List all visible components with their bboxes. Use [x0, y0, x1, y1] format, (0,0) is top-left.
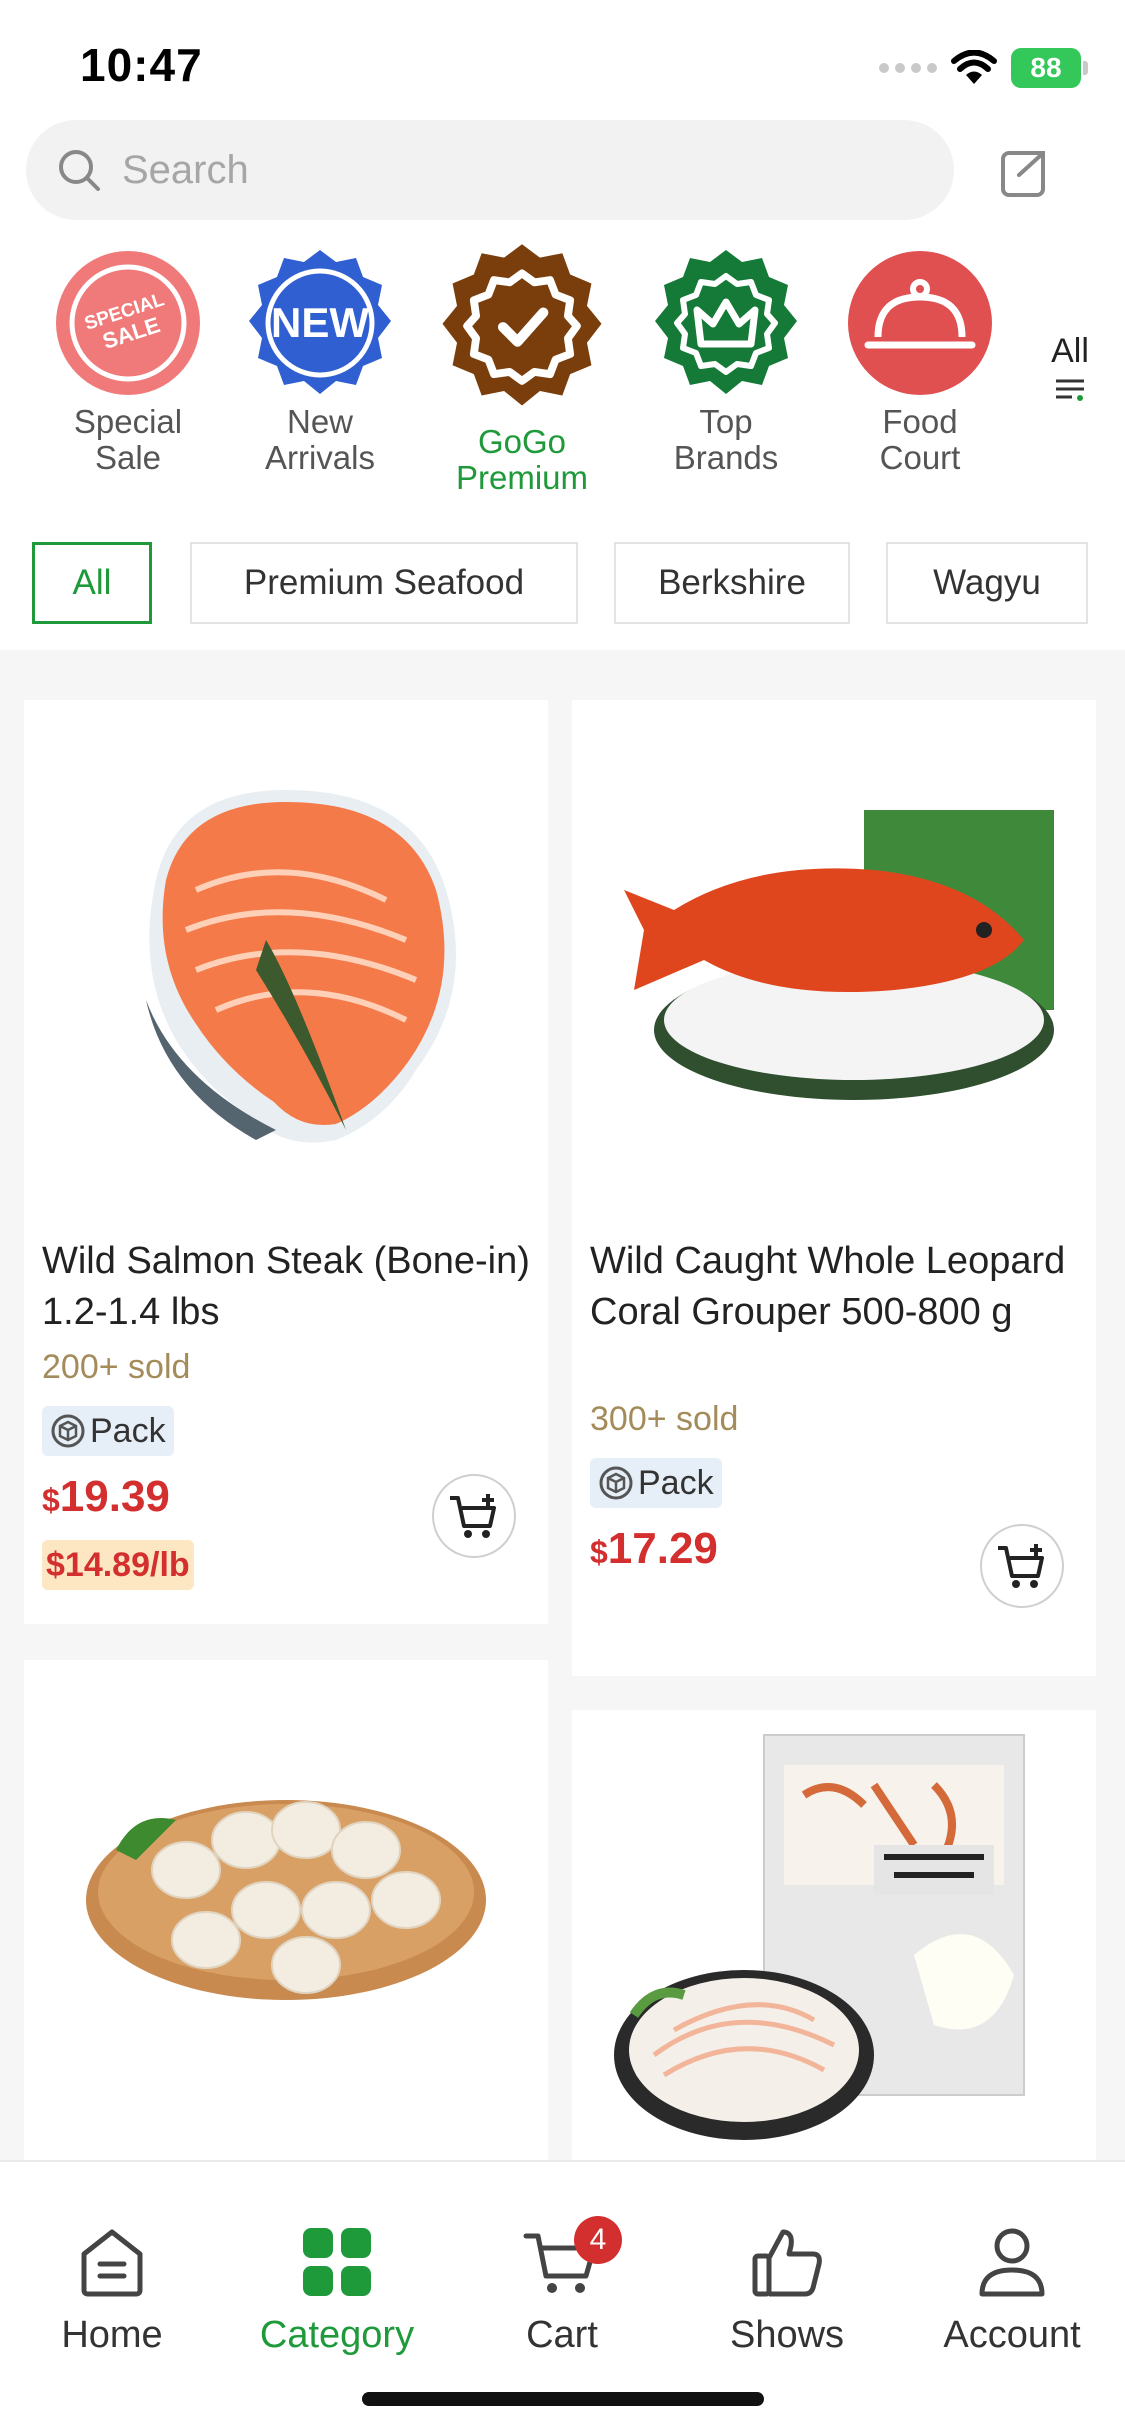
thumbs-up-icon — [752, 2229, 822, 2297]
nav-label: Shows — [729, 2314, 845, 2356]
pack-label: Pack — [638, 1463, 714, 1502]
add-to-cart-icon — [450, 1494, 496, 1538]
search-input[interactable]: Search — [26, 120, 954, 220]
status-icons: 88 — [879, 44, 1088, 92]
home-indicator[interactable] — [362, 2392, 764, 2406]
quick-category-food-court[interactable]: Food Court — [830, 248, 1010, 476]
status-time: 10:47 — [80, 39, 203, 91]
search-icon — [59, 150, 100, 191]
product-card-salmon[interactable]: Wild Salmon Steak (Bone-in) 1.2-1.4 lbs … — [24, 700, 548, 1624]
product-price: $19.39 — [42, 1472, 170, 1522]
pack-badge: Pack — [590, 1458, 722, 1508]
salmon-steak-image — [146, 790, 457, 1143]
chip-all[interactable]: All — [32, 542, 152, 624]
battery-indicator: 88 — [1011, 48, 1088, 88]
new-badge-icon: NEW — [249, 250, 391, 394]
wifi-icon — [951, 50, 997, 84]
quick-category-label: Food Court — [879, 403, 961, 476]
nav-home[interactable]: Home — [12, 2222, 212, 2357]
unit-price-badge: $14.89/lb — [42, 1540, 194, 1590]
pack-label: Pack — [90, 1411, 166, 1450]
nav-shows[interactable]: Shows — [687, 2222, 887, 2357]
quick-category-row: SPECIAL SALE Special Sale NEW New Arriva… — [0, 244, 1125, 518]
pack-badge: Pack — [42, 1406, 174, 1456]
product-image — [24, 1660, 548, 2100]
chip-wagyu[interactable]: Wagyu — [886, 542, 1088, 624]
package-icon — [51, 1414, 85, 1448]
conch-slices-image — [614, 1734, 1025, 2140]
product-image — [572, 700, 1096, 1220]
checkmark-badge-icon — [442, 244, 602, 406]
share-icon — [1001, 151, 1045, 197]
share-button[interactable] — [990, 138, 1060, 208]
product-sold-count: 300+ sold — [590, 1400, 739, 1438]
svg-text:NEW: NEW — [271, 299, 369, 346]
product-image — [24, 700, 548, 1220]
product-card-scallops[interactable] — [24, 1660, 548, 2160]
price-value: 17.29 — [607, 1524, 718, 1573]
crown-badge-icon — [655, 250, 797, 394]
app-screen: 10:47 88 Search SPECIAL SALE Special Sal… — [0, 0, 1125, 2436]
product-card-conch[interactable] — [572, 1710, 1096, 2160]
quick-category-new-arrivals[interactable]: NEW New Arrivals — [230, 248, 410, 476]
product-sold-count: 200+ sold — [42, 1348, 191, 1386]
nav-cart[interactable]: 4 Cart — [462, 2216, 662, 2357]
quick-category-gogo-premium[interactable]: GoGo Premium — [432, 242, 612, 496]
all-categories-button[interactable]: All — [1030, 332, 1110, 408]
nav-category[interactable]: Category — [237, 2222, 437, 2357]
category-icon — [303, 2228, 371, 2296]
cellular-signal-icon — [879, 63, 937, 73]
special-sale-icon: SPECIAL SALE — [56, 251, 200, 395]
all-categories-label: All — [1051, 332, 1089, 370]
account-icon — [979, 2228, 1045, 2297]
product-title: Wild Caught Whole Leopard Coral Grouper … — [590, 1240, 1066, 1333]
product-image — [572, 1710, 1096, 2160]
nav-label: Category — [259, 2314, 415, 2356]
add-to-cart-icon — [998, 1544, 1044, 1588]
chip-berkshire[interactable]: Berkshire — [614, 542, 850, 624]
filter-list-icon — [1056, 379, 1084, 401]
nav-label: Home — [61, 2314, 163, 2356]
cloche-icon — [848, 251, 992, 395]
nav-label: Account — [943, 2314, 1081, 2356]
nav-account[interactable]: Account — [912, 2222, 1112, 2357]
add-to-cart-button[interactable] — [432, 1474, 516, 1558]
filter-chip-row: All Premium Seafood Berkshire Wagyu — [0, 542, 1125, 628]
search-placeholder: Search — [122, 147, 249, 192]
quick-category-label: GoGo Premium — [455, 423, 589, 496]
quick-category-top-brands[interactable]: Top Brands — [636, 248, 816, 476]
home-icon — [81, 2229, 143, 2297]
chip-premium-seafood[interactable]: Premium Seafood — [190, 542, 578, 624]
quick-category-label: Special Sale — [73, 403, 183, 476]
quick-category-label: Top Brands — [673, 403, 779, 476]
price-value: 19.39 — [59, 1472, 170, 1521]
currency-symbol: $ — [590, 1534, 608, 1570]
product-title: Wild Salmon Steak (Bone-in) 1.2-1.4 lbs — [42, 1240, 530, 1333]
product-card-grouper[interactable]: Wild Caught Whole Leopard Coral Grouper … — [572, 700, 1096, 1676]
add-to-cart-button[interactable] — [980, 1524, 1064, 1608]
quick-category-special-sale[interactable]: SPECIAL SALE Special Sale — [38, 248, 218, 476]
coral-grouper-image — [624, 810, 1054, 1100]
currency-symbol: $ — [42, 1482, 60, 1518]
quick-category-label: New Arrivals — [264, 403, 375, 476]
scallops-image — [86, 1800, 486, 2000]
status-bar: 10:47 88 — [0, 0, 1125, 120]
nav-label: Cart — [526, 2314, 598, 2356]
package-icon — [599, 1466, 633, 1500]
cart-count-badge: 4 — [574, 2216, 622, 2264]
product-price: $17.29 — [590, 1524, 718, 1574]
